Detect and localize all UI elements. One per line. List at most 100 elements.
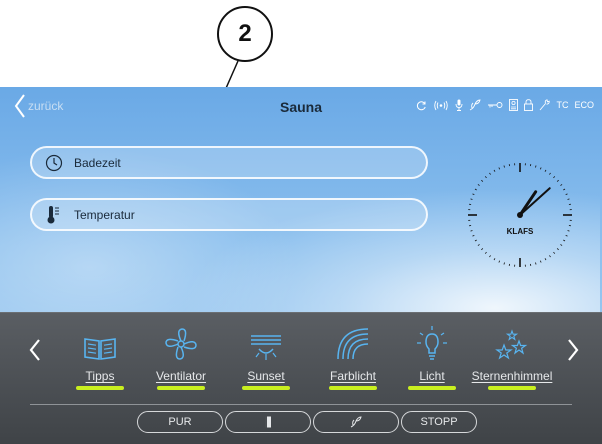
clock-minute-mark xyxy=(549,255,551,258)
sync-icon xyxy=(416,100,427,111)
clock-minute-mark xyxy=(567,230,570,232)
temperature-label: Temperatur xyxy=(74,207,135,222)
heater-icon xyxy=(509,99,519,111)
clock-minute-mark xyxy=(556,179,559,182)
function-ventilator-indicator xyxy=(157,386,205,390)
aroma-icon xyxy=(469,99,482,111)
function-sternenhimmel-indicator xyxy=(488,386,536,390)
clock-minute-mark xyxy=(560,244,563,246)
function-tipps-indicator xyxy=(76,386,124,390)
door-button[interactable] xyxy=(225,411,311,433)
function-sternenhimmel[interactable]: Sternenhimmel xyxy=(472,325,552,390)
clock-minute-mark xyxy=(535,262,537,265)
wrench-icon xyxy=(539,99,551,111)
callout-number: 2 xyxy=(217,6,273,62)
clock-minute-mark xyxy=(493,169,496,172)
function-ventilator[interactable]: Ventilator xyxy=(141,325,221,390)
clock-minute-mark xyxy=(567,198,570,200)
clock-icon xyxy=(42,154,66,172)
pur-button[interactable]: PUR xyxy=(137,411,223,433)
function-sunset-label: Sunset xyxy=(247,369,285,383)
clock-minute-mark xyxy=(560,184,563,186)
book-icon xyxy=(83,325,117,361)
clock-minute-mark xyxy=(553,251,556,254)
callout-number-text: 2 xyxy=(238,20,252,47)
function-licht-label: Licht xyxy=(419,369,445,383)
function-sternenhimmel-label: Sternenhimmel xyxy=(471,369,553,383)
chevron-left-icon xyxy=(29,339,40,361)
thermometer-icon xyxy=(42,205,66,225)
dock-divider xyxy=(30,404,572,405)
chevron-right-icon xyxy=(568,339,579,361)
function-licht[interactable]: Licht xyxy=(392,325,472,390)
top-bar: zurück Sauna TC ECO xyxy=(0,87,602,125)
clock-minute-mark xyxy=(489,172,491,175)
function-sunset[interactable]: Sunset xyxy=(226,325,306,390)
function-licht-indicator xyxy=(408,386,456,390)
function-ventilator-label: Ventilator xyxy=(155,369,207,383)
clock-minute-mark xyxy=(544,258,547,261)
scroll-left-button[interactable] xyxy=(28,337,42,368)
clock-minute-mark xyxy=(544,169,547,172)
eco-label: ECO xyxy=(574,100,594,110)
clock-minute-mark xyxy=(484,176,487,179)
clock-minute-mark xyxy=(498,167,501,170)
clock-minute-mark xyxy=(563,239,566,242)
sauna-screen: zurück Sauna TC ECO Badezeit Temperatur … xyxy=(0,87,602,444)
lock-icon xyxy=(524,99,534,111)
clock-minute-mark xyxy=(539,260,542,263)
clock-brand: KLAFS xyxy=(507,227,534,236)
clock-minute-mark xyxy=(549,172,551,175)
function-sunset-indicator xyxy=(242,386,290,390)
door-icon xyxy=(265,416,271,428)
clock-minute-mark xyxy=(503,262,505,265)
clock-minute-mark xyxy=(539,167,542,170)
clock-minute-mark xyxy=(503,165,505,168)
clock-minute-mark xyxy=(477,244,480,246)
tc-label: TC xyxy=(556,100,569,110)
sunset-icon xyxy=(249,325,283,361)
clock-minute-mark xyxy=(556,248,559,251)
clock-center xyxy=(517,212,523,218)
clock-minute-mark xyxy=(565,193,568,196)
function-farblicht[interactable]: Farblicht xyxy=(313,325,393,390)
microphone-icon xyxy=(455,99,463,111)
clock-minute-mark xyxy=(481,248,484,251)
light-bulb-icon xyxy=(415,325,449,361)
clock-minute-mark xyxy=(553,176,556,179)
clock-minute-mark xyxy=(472,193,475,196)
wireless-icon xyxy=(433,100,449,111)
function-dock: Tipps Ventilator Sunset Farblicht Licht … xyxy=(0,312,602,444)
bathing-time-button[interactable]: Badezeit xyxy=(30,146,428,179)
pur-button-label: PUR xyxy=(168,416,192,428)
function-tipps[interactable]: Tipps xyxy=(60,325,140,390)
clock-minute-mark xyxy=(498,260,501,263)
stop-button[interactable]: STOPP xyxy=(401,411,477,433)
function-farblicht-indicator xyxy=(329,386,377,390)
clock-minute-mark xyxy=(470,230,473,232)
stars-icon xyxy=(495,325,529,361)
fan-icon xyxy=(164,325,198,361)
temperature-button[interactable]: Temperatur xyxy=(30,198,428,231)
clock-minute-mark xyxy=(477,184,480,186)
mode-button-row: PUR STOPP xyxy=(137,411,479,433)
clock-minute-mark xyxy=(489,255,491,258)
rainbow-icon xyxy=(336,325,370,361)
clock-minute-mark xyxy=(481,179,484,182)
clock-minute-mark xyxy=(565,234,568,237)
stop-button-label: STOPP xyxy=(420,416,458,428)
analog-clock: KLAFS xyxy=(468,163,572,267)
clock-minute-mark xyxy=(484,251,487,254)
aroma-button[interactable] xyxy=(313,411,399,433)
clock-minute-mark xyxy=(474,188,477,191)
clock-minute-mark xyxy=(563,188,566,191)
clock-minute-mark xyxy=(474,239,477,242)
scroll-right-button[interactable] xyxy=(566,337,580,368)
aroma-icon xyxy=(350,416,362,428)
status-icons: TC ECO xyxy=(416,99,594,111)
clock-minute-mark xyxy=(493,258,496,261)
function-tipps-label: Tipps xyxy=(85,369,115,383)
function-farblicht-label: Farblicht xyxy=(329,369,376,383)
bathing-time-label: Badezeit xyxy=(74,155,121,170)
clock-minute-mark xyxy=(535,165,537,168)
